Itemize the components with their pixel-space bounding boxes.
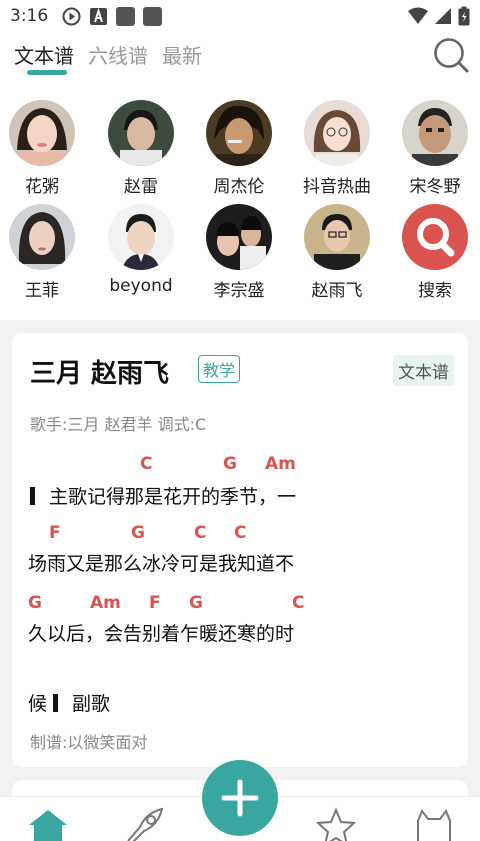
chord: G bbox=[223, 454, 237, 474]
avatar bbox=[108, 204, 174, 270]
chord: G bbox=[189, 593, 203, 613]
chord: C bbox=[292, 593, 305, 613]
chord: G bbox=[28, 593, 42, 613]
artist-name: 赵雷 bbox=[124, 177, 158, 197]
score-author: 制谱:以微笑面对 bbox=[30, 733, 148, 752]
tab-guitar-tab[interactable]: 六线谱 bbox=[88, 38, 148, 69]
avatar bbox=[9, 100, 75, 166]
section-label: 副歌 bbox=[72, 693, 111, 715]
artist-name: 抖音热曲 bbox=[303, 177, 371, 197]
header-panel: 文本谱 六线谱 最新 花粥 赵雷 周杰伦 抖音热曲 宋冬野 王菲 beyond … bbox=[0, 32, 480, 320]
avatar bbox=[9, 204, 75, 270]
rocket-icon[interactable] bbox=[122, 807, 166, 841]
artist-name: 王菲 bbox=[25, 281, 59, 301]
tab-latest[interactable]: 最新 bbox=[162, 38, 202, 69]
bar-marker bbox=[30, 487, 35, 505]
artist-item[interactable]: 赵雷 bbox=[101, 100, 181, 197]
bar-marker bbox=[53, 694, 59, 712]
add-icon[interactable] bbox=[202, 760, 278, 836]
chord: C bbox=[234, 523, 247, 543]
avatar bbox=[206, 100, 272, 166]
status-bar: 3:16 bbox=[0, 0, 480, 32]
song-title: 三月 赵雨飞 bbox=[30, 359, 170, 389]
chord: F bbox=[49, 523, 61, 543]
chord: F bbox=[149, 593, 161, 613]
lyric-line: 久以后，会告别着乍暖还寒的时 bbox=[28, 623, 295, 645]
avatar bbox=[206, 204, 272, 270]
avatar bbox=[304, 100, 370, 166]
lyric-text: 主歌记得那是花开的季节，一 bbox=[49, 486, 297, 508]
chord: C bbox=[140, 454, 153, 474]
song-card[interactable]: 三月 赵雨飞 教学 文本谱 歌手:三月 赵君羊 调式:C C G Am 主歌记得… bbox=[12, 333, 468, 767]
star-icon[interactable] bbox=[314, 807, 358, 841]
lyric-line: 场雨又是那么冰冷可是我知道不 bbox=[28, 553, 295, 575]
artist-item[interactable]: 抖音热曲 bbox=[297, 100, 377, 197]
artist-name: beyond bbox=[109, 276, 173, 296]
artist-item[interactable]: 赵雨飞 bbox=[297, 204, 377, 301]
chord: Am bbox=[265, 454, 296, 474]
artist-name: 李宗盛 bbox=[213, 281, 265, 301]
avatar bbox=[108, 100, 174, 166]
lyric-text: 候 bbox=[28, 693, 48, 715]
teaching-badge: 教学 bbox=[198, 355, 241, 383]
home-icon[interactable] bbox=[26, 807, 70, 841]
artist-name: 搜索 bbox=[418, 281, 452, 301]
lyric-line: 主歌记得那是花开的季节，一 bbox=[28, 482, 296, 509]
status-time: 3:16 bbox=[10, 6, 49, 26]
artist-item[interactable]: 李宗盛 bbox=[199, 204, 279, 301]
chord: G bbox=[131, 523, 145, 543]
signal-icon bbox=[435, 8, 451, 24]
artist-name: 赵雨飞 bbox=[311, 281, 363, 301]
wifi-icon bbox=[408, 7, 428, 24]
tab-indicator bbox=[27, 70, 67, 75]
section-line: 候 副歌 bbox=[28, 689, 110, 716]
battery-icon bbox=[458, 6, 470, 26]
song-meta: 歌手:三月 赵君羊 调式:C bbox=[30, 415, 207, 434]
artist-item[interactable]: beyond bbox=[101, 204, 181, 296]
artist-item[interactable]: 王菲 bbox=[2, 204, 82, 301]
artist-name: 花粥 bbox=[25, 177, 59, 197]
artist-name: 周杰伦 bbox=[213, 177, 265, 197]
search-circle-icon bbox=[402, 204, 468, 270]
avatar bbox=[402, 100, 468, 166]
artist-item[interactable]: 花粥 bbox=[2, 100, 82, 197]
app-icon bbox=[116, 6, 136, 26]
search-icon[interactable] bbox=[432, 36, 470, 74]
artist-item[interactable]: 宋冬野 bbox=[395, 100, 475, 197]
play-circle-icon bbox=[62, 7, 81, 26]
artist-item[interactable]: 周杰伦 bbox=[199, 100, 279, 197]
score-type-badge: 文本谱 bbox=[393, 355, 454, 386]
artist-name: 宋冬野 bbox=[409, 177, 461, 197]
tab-text-score[interactable]: 文本谱 bbox=[14, 38, 74, 69]
tab-bar: 文本谱 六线谱 最新 bbox=[14, 38, 202, 69]
chord: C bbox=[194, 523, 207, 543]
cat-icon[interactable] bbox=[412, 807, 456, 841]
app-icon bbox=[143, 6, 163, 26]
artist-search[interactable]: 搜索 bbox=[395, 204, 475, 301]
avatar bbox=[304, 204, 370, 270]
a-box-icon bbox=[89, 7, 108, 26]
chord: Am bbox=[90, 593, 121, 613]
